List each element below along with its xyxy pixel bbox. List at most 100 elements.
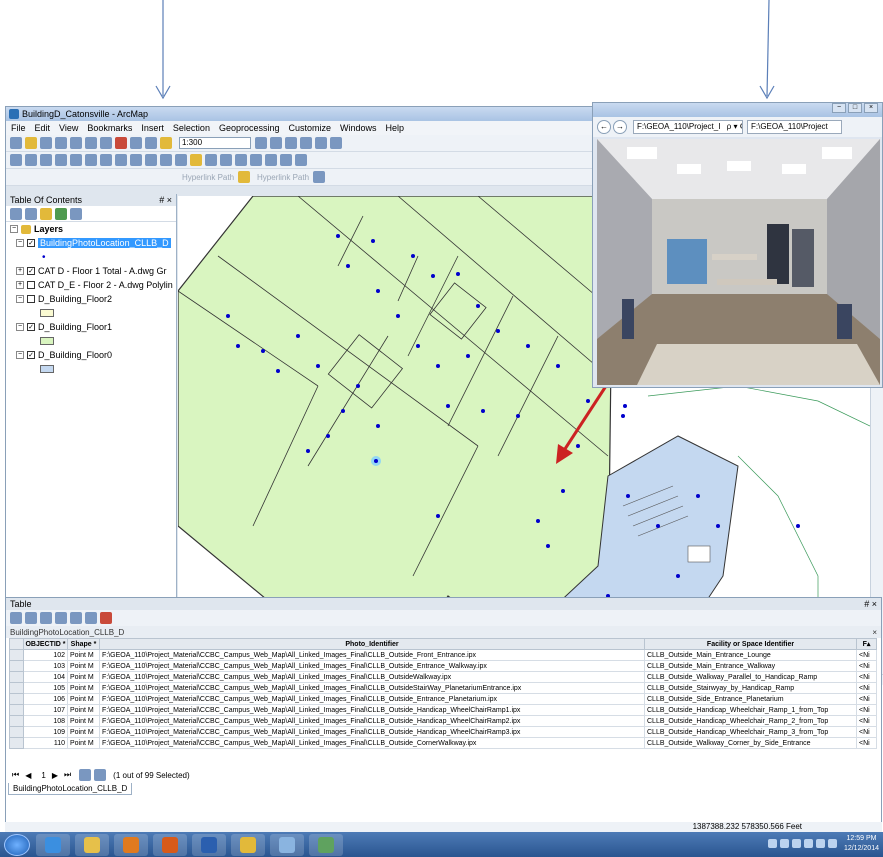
tray-security-icon[interactable] xyxy=(792,839,801,848)
table-of-contents-icon[interactable] xyxy=(270,137,282,149)
add-data-icon[interactable] xyxy=(160,137,172,149)
table-row[interactable]: 106 Point M F:\GEOA_110\Project_Material\C… xyxy=(9,693,877,705)
row-selector[interactable] xyxy=(9,660,24,672)
table-pin-close[interactable]: # × xyxy=(864,599,877,609)
pan-icon[interactable] xyxy=(40,154,52,166)
hyperlink-settings-icon[interactable] xyxy=(313,171,326,183)
zoom-out-icon[interactable] xyxy=(25,154,37,166)
toc-layer-floor2[interactable]: − D_Building_Floor2 xyxy=(6,292,176,306)
save-icon[interactable] xyxy=(40,137,52,149)
forward-icon[interactable]: → xyxy=(613,120,627,134)
menu-selection[interactable]: Selection xyxy=(173,123,210,133)
taskbar-arcmap[interactable] xyxy=(231,833,265,856)
tray-update-icon[interactable] xyxy=(804,839,813,848)
layer-visibility-checkbox[interactable]: ✓ xyxy=(27,323,35,331)
taskbar-media-player[interactable] xyxy=(114,833,148,856)
menu-geoprocessing[interactable]: Geoprocessing xyxy=(219,123,280,133)
editor-toolbar-icon[interactable] xyxy=(255,137,267,149)
layer-visibility-checkbox[interactable]: ✓ xyxy=(27,351,35,359)
menu-windows[interactable]: Windows xyxy=(340,123,377,133)
column-header-facility[interactable]: Facility or Space Identifier xyxy=(644,638,857,650)
toc-layer-floor1[interactable]: − ✓ D_Building_Floor1 xyxy=(6,320,176,334)
menu-file[interactable]: File xyxy=(11,123,26,133)
delete-icon[interactable] xyxy=(115,137,127,149)
expand-icon[interactable]: + xyxy=(16,281,24,289)
taskbar-internet-explorer[interactable] xyxy=(36,833,70,856)
row-selector[interactable] xyxy=(9,671,24,683)
redo-icon[interactable] xyxy=(145,137,157,149)
taskbar-file-explorer[interactable] xyxy=(75,833,109,856)
column-header-shape[interactable]: Shape * xyxy=(67,638,100,650)
toc-options-icon[interactable] xyxy=(70,207,82,220)
taskbar-firefox[interactable] xyxy=(153,833,187,856)
viewer-window-icon[interactable] xyxy=(295,154,307,166)
toc-pin-close[interactable]: # × xyxy=(159,195,172,205)
row-selector[interactable] xyxy=(9,737,24,749)
switch-selection-icon[interactable] xyxy=(55,612,67,624)
python-icon[interactable] xyxy=(330,137,342,149)
taskbar-magnifier[interactable] xyxy=(309,833,343,856)
collapse-icon[interactable]: − xyxy=(16,295,24,303)
undo-icon[interactable] xyxy=(130,137,142,149)
taskbar-word[interactable] xyxy=(192,833,226,856)
table-layer-tab[interactable]: BuildingPhotoLocation_CLLB_D xyxy=(8,783,133,795)
collapse-icon[interactable]: − xyxy=(10,225,18,233)
taskbar-ie-window[interactable] xyxy=(270,833,304,856)
toc-layer-cad-floor1[interactable]: + ✓ CAT D - Floor 1 Total - A.dwg Gr xyxy=(6,264,176,278)
find-route-icon[interactable] xyxy=(250,154,262,166)
new-document-icon[interactable] xyxy=(10,137,22,149)
zoom-in-icon[interactable] xyxy=(10,154,22,166)
list-by-drawing-order-icon[interactable] xyxy=(10,207,22,220)
browser-tab[interactable]: F:\GEOA_110\Project xyxy=(747,120,842,134)
select-features-icon[interactable] xyxy=(130,154,142,166)
find-icon[interactable] xyxy=(235,154,247,166)
layer-visibility-checkbox[interactable]: ✓ xyxy=(27,239,35,247)
html-popup-icon[interactable] xyxy=(205,154,217,166)
catalog-icon[interactable] xyxy=(285,137,297,149)
list-by-source-icon[interactable] xyxy=(25,207,37,220)
fixed-zoom-in-icon[interactable] xyxy=(70,154,82,166)
zoom-to-selected-icon[interactable] xyxy=(85,612,97,624)
toc-layer-floor0[interactable]: − ✓ D_Building_Floor0 xyxy=(6,348,176,362)
photo-viewer-titlebar[interactable]: − □ × xyxy=(593,103,882,117)
related-tables-icon[interactable] xyxy=(25,612,37,624)
menu-customize[interactable]: Customize xyxy=(289,123,332,133)
next-record-icon[interactable]: ▶ xyxy=(52,771,58,780)
fixed-zoom-out-icon[interactable] xyxy=(85,154,97,166)
forward-extent-icon[interactable] xyxy=(115,154,127,166)
delete-selected-icon[interactable] xyxy=(100,612,112,624)
close-button[interactable]: × xyxy=(864,103,878,113)
full-extent-icon[interactable] xyxy=(55,154,67,166)
collapse-icon[interactable]: − xyxy=(16,323,24,331)
clear-selection-icon[interactable] xyxy=(145,154,157,166)
table-row[interactable]: 110 Point M F:\GEOA_110\Project_Material\C… xyxy=(9,737,877,749)
system-clock[interactable]: 12:59 PM 12/12/2014 xyxy=(844,834,879,854)
maximize-button[interactable]: □ xyxy=(848,103,862,113)
address-input[interactable]: F:\GEOA_110\Project_I ρ ▾ ¢ xyxy=(633,120,743,134)
search-window-icon[interactable] xyxy=(300,137,312,149)
list-by-visibility-icon[interactable] xyxy=(40,207,52,220)
back-extent-icon[interactable] xyxy=(100,154,112,166)
paste-icon[interactable] xyxy=(100,137,112,149)
layers-group[interactable]: − Layers xyxy=(6,222,176,236)
clear-selection-icon[interactable] xyxy=(70,612,82,624)
expand-icon[interactable]: + xyxy=(16,267,24,275)
previous-record-icon[interactable]: ◀ xyxy=(25,771,31,780)
open-folder-icon[interactable] xyxy=(25,137,37,149)
row-selector[interactable] xyxy=(9,693,24,705)
layer-visibility-checkbox[interactable] xyxy=(27,295,35,303)
print-icon[interactable] xyxy=(55,137,67,149)
menu-bookmarks[interactable]: Bookmarks xyxy=(87,123,132,133)
show-all-records-icon[interactable] xyxy=(79,769,92,781)
row-selector[interactable] xyxy=(9,704,24,716)
tray-network-icon[interactable] xyxy=(768,839,777,848)
start-button[interactable] xyxy=(4,833,30,856)
minimize-button[interactable]: − xyxy=(832,103,846,113)
table-row[interactable]: 102 Point M F:\GEOA_110\Project_Material\C… xyxy=(9,649,877,661)
row-selector[interactable] xyxy=(9,682,24,694)
map-scale-input[interactable]: 1:300 xyxy=(179,137,251,149)
table-row[interactable]: 104 Point M F:\GEOA_110\Project_Material\C… xyxy=(9,671,877,683)
cut-icon[interactable] xyxy=(70,137,82,149)
measure-icon[interactable] xyxy=(220,154,232,166)
tray-volume-icon[interactable] xyxy=(780,839,789,848)
